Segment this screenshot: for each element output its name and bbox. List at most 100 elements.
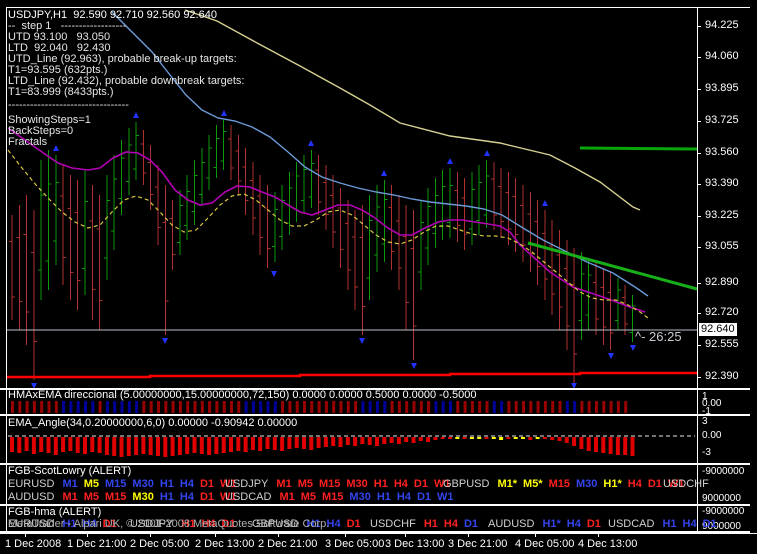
panel-axis-label: -9000000 — [702, 506, 745, 517]
angle-histogram-bar — [477, 437, 482, 439]
angle-histogram-bar — [90, 437, 95, 452]
direction-histogram-bar — [616, 401, 620, 413]
price-axis-label: 94.060 — [705, 50, 739, 62]
angle-histogram-bar — [294, 437, 299, 448]
timeframe-signal: H4 — [179, 478, 194, 490]
pair-label: USDCHF — [370, 518, 416, 530]
angle-histogram-bar — [104, 437, 109, 455]
direction-histogram-bar — [602, 401, 606, 413]
time-tick — [215, 533, 216, 537]
time-tick — [25, 533, 26, 537]
price-axis-separator — [697, 7, 698, 533]
panel-separator — [0, 504, 750, 506]
direction-histogram-bar — [62, 401, 66, 413]
angle-histogram-bar — [75, 437, 80, 453]
window-top-border — [6, 7, 750, 8]
angle-histogram-bar — [17, 437, 22, 453]
panel-axis-label: -9000000 — [702, 466, 745, 477]
angle-histogram-bar — [550, 437, 555, 440]
angle-histogram-bar — [630, 437, 635, 456]
pair-label: USDCAD — [225, 491, 272, 503]
direction-histogram-bar — [40, 401, 44, 413]
direction-histogram-bar — [120, 401, 124, 413]
timeframe-signal: M5* — [523, 478, 543, 490]
direction-histogram-bar — [244, 401, 248, 413]
direction-histogram-bar — [98, 401, 102, 413]
pair-alert-group: GBPUSD M1* M5* M15 M30 H1* H4 D1 W1 — [443, 479, 690, 490]
direction-histogram-bar — [18, 401, 22, 413]
angle-histogram-bar — [156, 437, 160, 456]
angle-histogram-bar — [163, 437, 168, 457]
direction-histogram-bar — [164, 401, 168, 413]
angle-histogram-bar — [265, 437, 270, 449]
price-tick — [697, 184, 701, 185]
time-tick — [405, 533, 406, 537]
ltd-trendline — [527, 241, 698, 291]
direction-histogram-bar — [186, 401, 190, 413]
angle-histogram-bar — [353, 437, 358, 446]
direction-histogram-bar — [434, 401, 438, 413]
angle-histogram-bar — [404, 437, 409, 442]
angle-histogram-bar — [396, 437, 401, 444]
timeframe-signal: D1 — [346, 518, 361, 530]
price-axis-label: 94.225 — [705, 19, 739, 31]
direction-histogram-bar — [178, 401, 182, 413]
mt4-chart-window: USDJPY,H1 92.590 92.710 92.560 92.640 -- … — [0, 0, 757, 554]
time-axis-label: 4 Dec 05:00 — [515, 538, 575, 550]
direction-histogram-bar — [397, 401, 401, 413]
angle-histogram-bar — [462, 437, 467, 439]
direction-histogram-bar — [543, 401, 547, 413]
timeframe-signal: M30 — [346, 478, 368, 490]
angle-histogram-bar — [623, 437, 628, 455]
angle-histogram-bar — [39, 437, 44, 452]
angle-histogram-bar — [61, 437, 66, 452]
angle-histogram-bar — [287, 437, 292, 449]
fractal-up-arrow-icon — [308, 140, 314, 146]
angle-histogram-bar — [243, 437, 248, 452]
direction-histogram-bar — [354, 401, 358, 413]
direction-histogram-bar — [332, 401, 336, 413]
timeframe-signal: M30 — [349, 491, 371, 503]
angle-histogram-bar — [455, 437, 460, 439]
angle-histogram-bar — [31, 437, 36, 454]
pair-label: USDCAD — [608, 518, 655, 530]
bar-countdown-annotation: ^- 26:25 — [635, 329, 682, 344]
timeframe-signal: D1 — [586, 518, 601, 530]
pair-label: EURUSD — [8, 478, 55, 490]
angle-histogram-bar — [112, 437, 117, 456]
direction-histogram-bar — [273, 401, 277, 413]
timeframe-signal: H4 — [393, 478, 408, 490]
timeframe-signal: M15 — [105, 491, 127, 503]
time-axis-label: 4 Dec 13:00 — [578, 538, 638, 550]
angle-histogram-bar — [608, 437, 613, 454]
pair-alert-group: AUDUSD H1* H4 D1 — [488, 519, 607, 530]
angle-histogram-bar — [345, 437, 350, 445]
price-axis-label: 92.720 — [705, 306, 739, 318]
pair-label: USDCHF — [663, 478, 709, 490]
direction-histogram-bar — [507, 401, 511, 413]
timeframe-signal: D1 — [702, 518, 717, 530]
angle-histogram-bar — [250, 437, 255, 450]
angle-histogram-bar — [338, 437, 343, 447]
panel-axis-label: 9000000 — [702, 493, 741, 504]
direction-histogram-bar — [412, 401, 416, 413]
angle-histogram-bar — [484, 437, 489, 439]
angle-histogram-bar — [491, 437, 496, 439]
direction-histogram-bar — [251, 401, 255, 413]
direction-histogram-bar — [215, 401, 219, 413]
angle-histogram-bar — [331, 437, 336, 446]
fractal-up-arrow-icon — [133, 112, 139, 118]
panel-axis-label: -3 — [702, 447, 711, 458]
timeframe-signal: H1 — [376, 491, 391, 503]
direction-histogram-bar — [69, 401, 73, 413]
price-tick — [697, 57, 701, 58]
angle-histogram-bar — [97, 437, 102, 453]
direction-histogram-bar — [127, 401, 131, 413]
timeframe-signal: M1 — [276, 478, 292, 490]
angle-histogram-bar — [170, 437, 175, 456]
timeframe-signal: D1 — [647, 478, 662, 490]
time-tick — [468, 533, 469, 537]
direction-histogram-bar — [237, 401, 241, 413]
time-axis-border — [0, 533, 757, 534]
direction-histogram-bar — [536, 401, 540, 413]
